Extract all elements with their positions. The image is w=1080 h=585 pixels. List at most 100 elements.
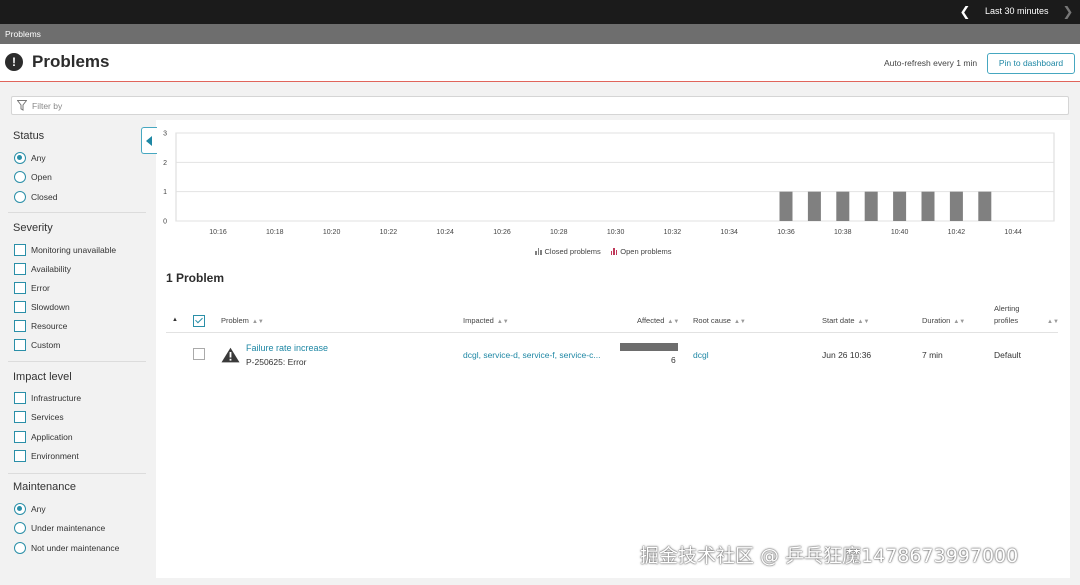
severity-error-checkbox[interactable]: Error [14, 281, 50, 295]
top-bar: ❮ Last 30 minutes ❯ [0, 0, 1080, 24]
affected-count: 6 [671, 355, 676, 365]
divider [8, 361, 146, 362]
checkbox[interactable] [14, 320, 26, 332]
maintenance-any-radio[interactable]: Any [14, 502, 46, 516]
duration: 7 min [922, 350, 943, 360]
x-tick-label: 10:34 [720, 229, 738, 236]
chart-svg: 0 1 2 3 10:16 10:18 10:20 10:22 10:24 10:26 10:28 1… [163, 131, 1055, 236]
alerting-profile: Default [994, 350, 1021, 360]
x-tick-label: 10:24 [436, 229, 454, 236]
sort-icon: ▲▼ [667, 319, 680, 325]
column-impacted[interactable]: Impacted ▲▼ [463, 315, 509, 328]
column-profiles-label: profiles [994, 316, 1019, 325]
severity-resource-checkbox[interactable]: Resource [14, 319, 67, 333]
chevron-left-icon[interactable]: ❮ [958, 4, 972, 20]
expand-all-icon[interactable]: ▲ [172, 317, 178, 323]
filter-bar [11, 96, 1069, 115]
problem-count: 1 Problem [166, 271, 225, 285]
severity-custom-checkbox[interactable]: Custom [14, 338, 60, 352]
checkbox[interactable] [14, 339, 26, 351]
radio-checked[interactable] [14, 152, 26, 164]
filter-icon [17, 100, 27, 111]
status-closed-radio[interactable]: Closed [14, 190, 57, 204]
root-cause-link[interactable]: dcgl [693, 350, 709, 360]
row-checkbox[interactable] [193, 348, 205, 360]
x-tick-label: 10:26 [493, 229, 511, 236]
y-tick-label: 3 [163, 131, 167, 138]
y-tick-label: 0 [163, 219, 167, 226]
x-tick-label: 10:38 [834, 229, 852, 236]
severity-availability-checkbox[interactable]: Availability [14, 262, 71, 276]
divider [8, 473, 146, 474]
impact-infrastructure-checkbox[interactable]: Infrastructure [14, 391, 81, 405]
column-duration[interactable]: Duration ▲▼ [922, 315, 965, 328]
checkbox[interactable] [14, 263, 26, 275]
collapse-sidebar-button[interactable] [141, 127, 157, 154]
status-any-radio[interactable]: Any [14, 151, 46, 165]
maintenance-not-under-radio[interactable]: Not under maintenance [14, 541, 119, 555]
sort-icon[interactable]: ▲▼ [1044, 315, 1059, 328]
radio[interactable] [14, 522, 26, 534]
radio[interactable] [14, 542, 26, 554]
start-date: Jun 26 10:36 [822, 350, 872, 360]
chevron-right-icon[interactable]: ❯ [1062, 4, 1074, 20]
x-tick-label: 10:16 [209, 229, 227, 236]
sort-icon: ▲▼ [251, 319, 264, 325]
filter-input[interactable] [32, 98, 1062, 113]
x-tick-label: 10:18 [266, 229, 284, 236]
severity-title: Severity [13, 222, 53, 234]
chart-bar [949, 191, 963, 221]
checkbox[interactable] [14, 411, 26, 423]
radio[interactable] [14, 191, 26, 203]
column-duration-label: Duration [922, 316, 951, 325]
severity-slowdown-checkbox[interactable]: Slowdown [14, 300, 70, 314]
y-tick-label: 1 [163, 189, 167, 196]
sort-icon: ▲▼ [857, 319, 870, 325]
bar-chart-icon [535, 248, 542, 255]
checkbox[interactable] [14, 244, 26, 256]
status-open-radio[interactable]: Open [14, 170, 52, 184]
column-alerting-profiles[interactable]: Alerting profiles [994, 303, 1019, 327]
column-root-cause[interactable]: Root cause ▲▼ [693, 315, 746, 328]
bar-chart-icon [610, 248, 618, 255]
pin-to-dashboard-button[interactable]: Pin to dashboard [987, 53, 1075, 74]
column-problem-label: Problem [221, 316, 249, 325]
timeframe-selector[interactable]: Last 30 minutes [985, 6, 1049, 16]
checkbox[interactable] [14, 450, 26, 462]
sort-arrows: ▲▼ [1047, 319, 1059, 325]
warning-icon [221, 347, 240, 363]
legend-closed[interactable]: Closed problems [535, 247, 601, 256]
page-title: Problems [32, 52, 110, 71]
column-problem[interactable]: Problem ▲▼ [221, 315, 264, 328]
x-tick-label: 10:32 [664, 229, 682, 236]
checkbox[interactable] [14, 392, 26, 404]
x-tick-label: 10:28 [550, 229, 568, 236]
chart-bar [864, 191, 878, 221]
breadcrumb[interactable]: Problems [5, 29, 41, 39]
impact-services-checkbox[interactable]: Services [14, 410, 64, 424]
impact-environment-checkbox[interactable]: Environment [14, 449, 79, 463]
checkbox[interactable] [14, 282, 26, 294]
severity-monitoring-checkbox[interactable]: Monitoring unavailable [14, 243, 116, 257]
column-affected[interactable]: Affected ▲▼ [637, 315, 679, 328]
radio-checked[interactable] [14, 503, 26, 515]
radio[interactable] [14, 171, 26, 183]
x-tick-label: 10:30 [607, 229, 625, 236]
impacted-entities-link[interactable]: dcgl, service-d, service-f, service-c... [463, 350, 600, 360]
column-start-date[interactable]: Start date ▲▼ [822, 315, 869, 328]
x-tick-label: 10:42 [948, 229, 966, 236]
chart-bar [893, 191, 907, 221]
checkbox[interactable] [14, 431, 26, 443]
maintenance-under-radio[interactable]: Under maintenance [14, 521, 105, 535]
x-tick-label: 10:40 [891, 229, 909, 236]
impact-application-checkbox[interactable]: Application [14, 430, 73, 444]
problem-title-link[interactable]: Failure rate increase [246, 343, 328, 353]
chart-legend: Closed problems Open problems [535, 247, 672, 256]
select-all-checkbox[interactable] [193, 315, 205, 327]
column-impacted-label: Impacted [463, 316, 494, 325]
legend-open[interactable]: Open problems [610, 247, 672, 256]
column-affected-label: Affected [637, 316, 665, 325]
checkbox[interactable] [14, 301, 26, 313]
column-alerting-label: Alerting [994, 304, 1020, 313]
chart-bar [779, 191, 793, 221]
